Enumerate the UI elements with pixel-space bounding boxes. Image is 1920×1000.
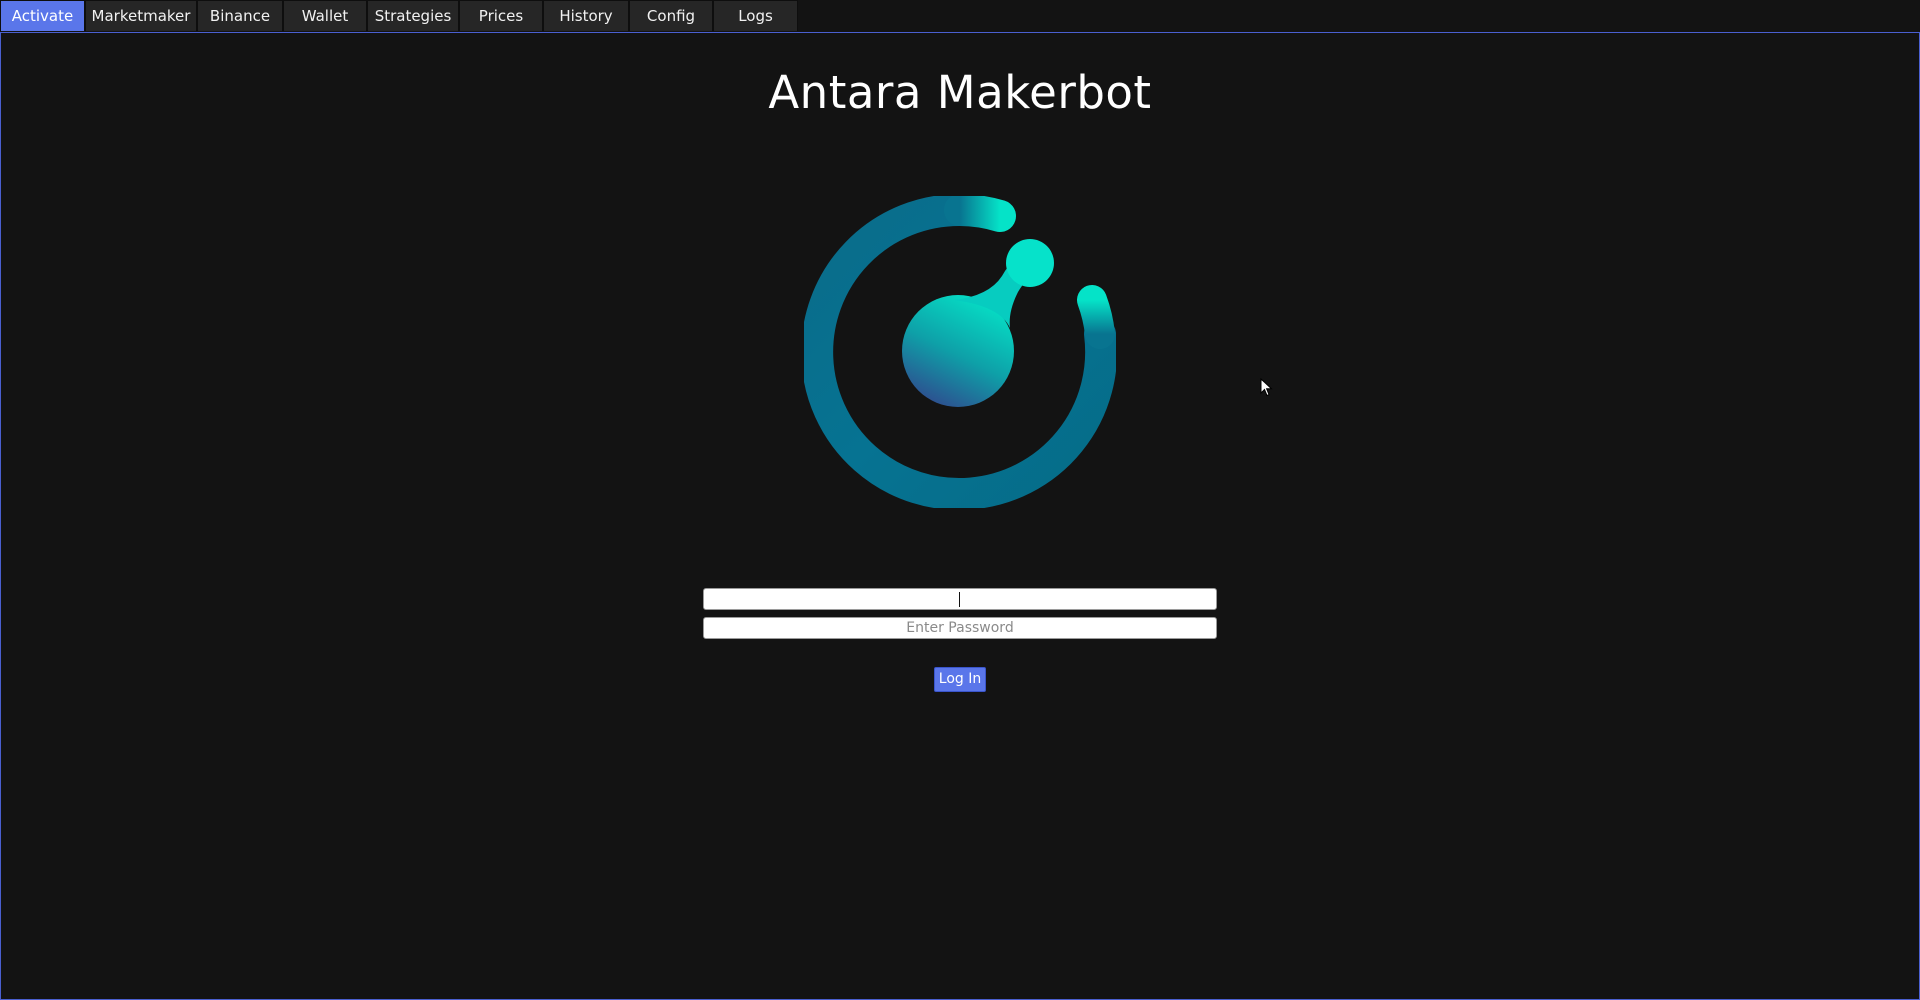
tab-bar: Activate Marketmaker Binance Wallet Stra… [0, 0, 798, 32]
mouse-pointer-icon [1260, 378, 1273, 397]
tab-history[interactable]: History [543, 0, 629, 31]
tab-activate[interactable]: Activate [0, 0, 85, 31]
tab-marketmaker[interactable]: Marketmaker [85, 0, 197, 31]
tab-prices[interactable]: Prices [459, 0, 543, 31]
username-field[interactable] [703, 588, 1217, 610]
tab-wallet[interactable]: Wallet [283, 0, 367, 31]
app-window: Activate Marketmaker Binance Wallet Stra… [0, 0, 1920, 1000]
komodo-logo-icon [804, 196, 1116, 508]
login-button[interactable]: Log In [934, 667, 986, 692]
tab-strategies[interactable]: Strategies [367, 0, 459, 31]
password-field[interactable] [703, 617, 1217, 639]
text-caret [959, 592, 960, 607]
content-frame [0, 32, 1920, 1000]
page-title: Antara Makerbot [768, 66, 1152, 119]
tab-binance[interactable]: Binance [197, 0, 283, 31]
tab-config[interactable]: Config [629, 0, 713, 31]
tab-logs[interactable]: Logs [713, 0, 798, 31]
